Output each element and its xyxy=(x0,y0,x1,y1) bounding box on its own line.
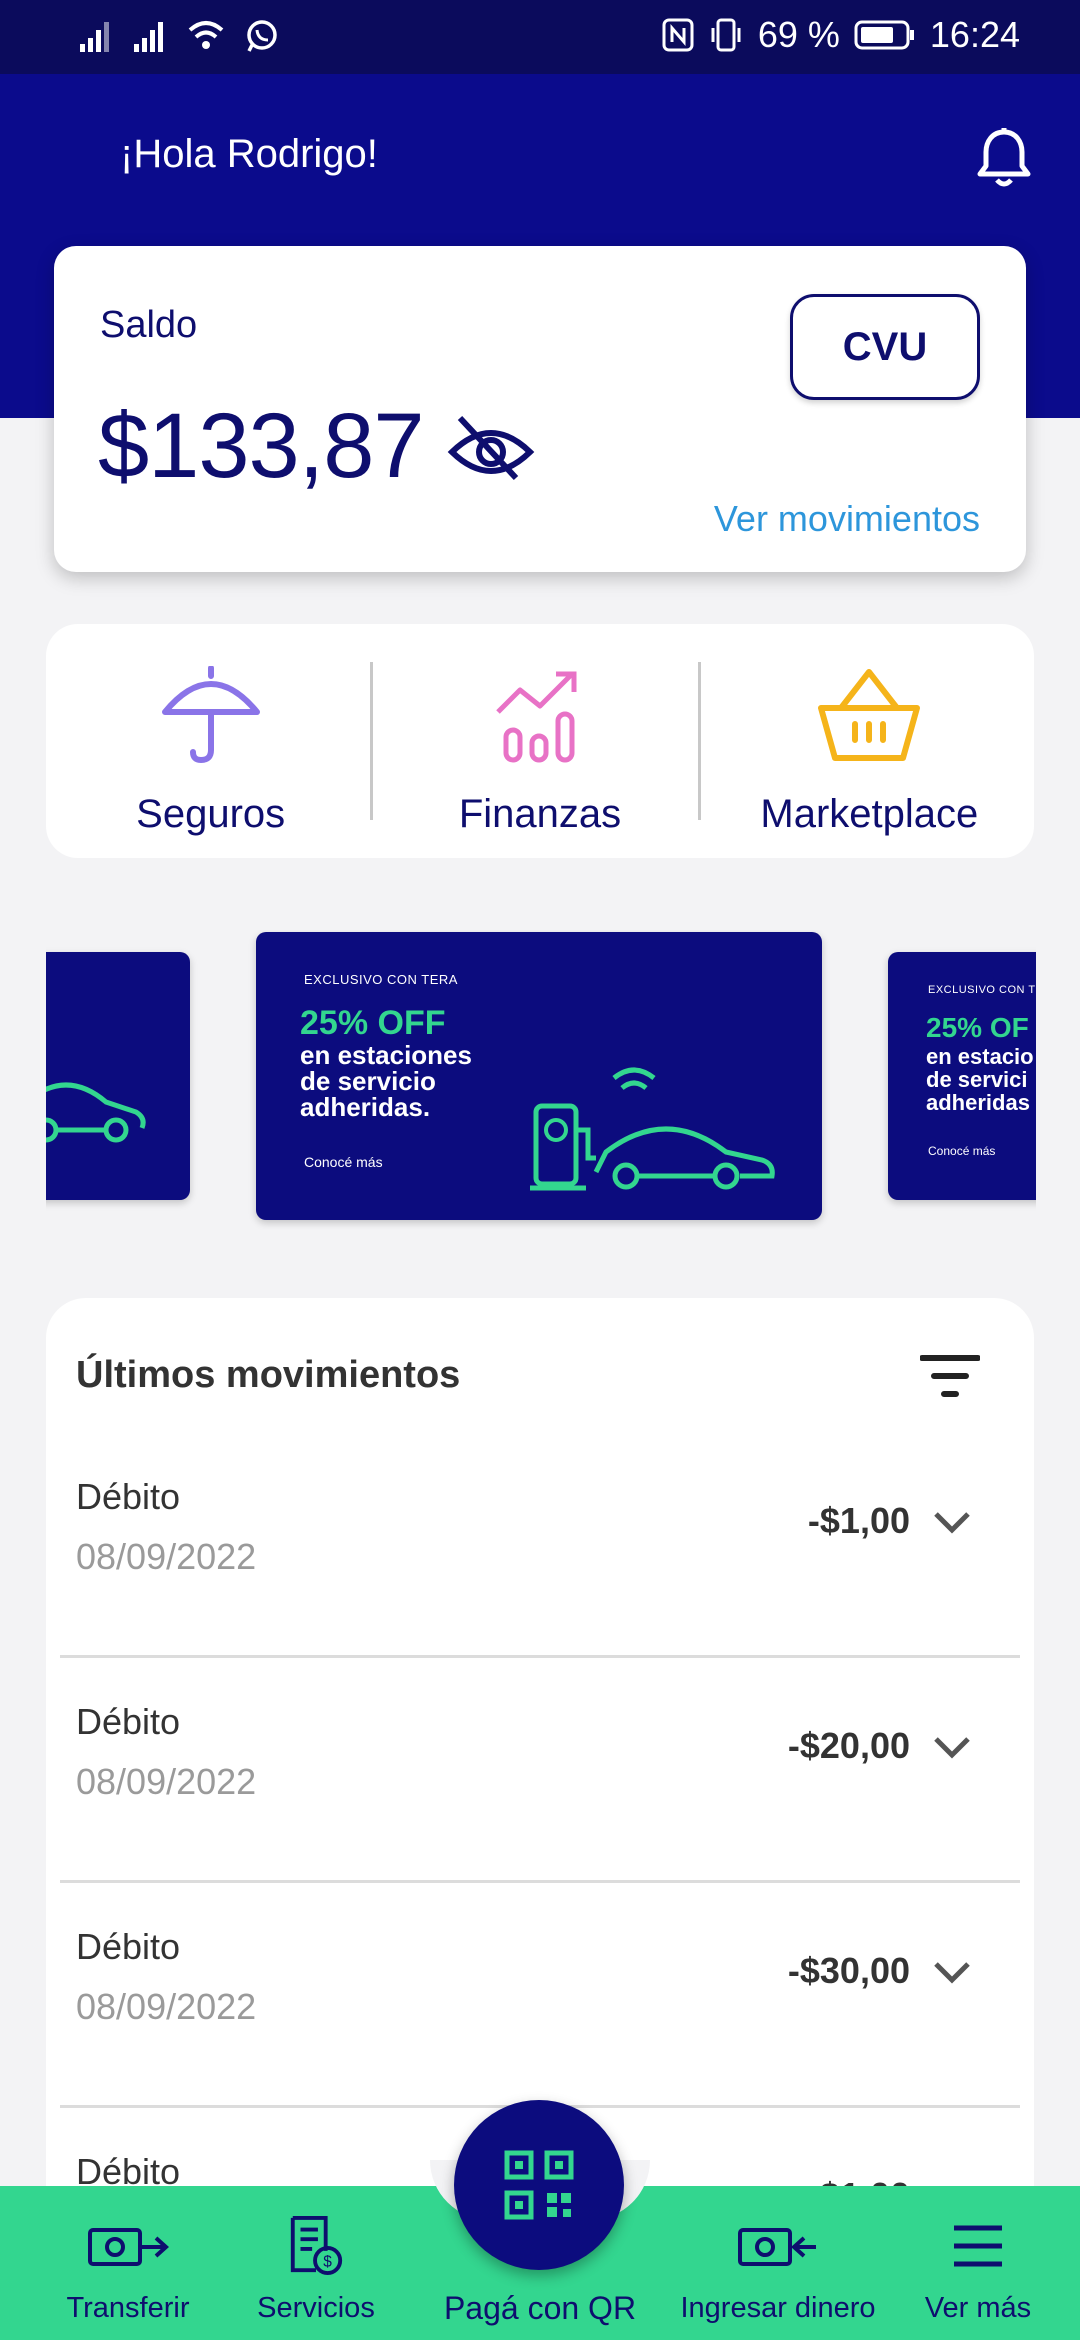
pay-with-qr-button[interactable] xyxy=(454,2100,624,2270)
nav-servicios[interactable]: $ Servicios xyxy=(236,2186,396,2340)
view-movements-link[interactable]: Ver movimientos xyxy=(714,498,980,540)
promo-cta[interactable]: Conocé más xyxy=(928,1144,995,1158)
chevron-down-icon[interactable] xyxy=(932,1508,972,1536)
quick-action-marketplace[interactable]: Marketplace xyxy=(705,624,1034,858)
notification-bell-icon[interactable] xyxy=(974,126,1034,190)
balance-label: Saldo xyxy=(100,304,198,346)
cvu-button[interactable]: CVU xyxy=(790,294,980,400)
battery-icon xyxy=(854,20,914,50)
battery-percentage: 69 % xyxy=(757,14,840,55)
promo-line: en estaciones xyxy=(300,1040,472,1070)
movement-row[interactable]: Débito 08/09/2022 -$20,00 xyxy=(60,1659,1020,1883)
hide-balance-eye-icon[interactable] xyxy=(446,412,536,484)
wifi-icon xyxy=(188,21,224,49)
quick-action-label: Marketplace xyxy=(760,792,979,836)
quick-actions: Seguros Finanzas Marketplace xyxy=(46,624,1034,858)
greeting: ¡Hola Rodrigo! xyxy=(120,132,378,176)
nav-ver-mas[interactable]: Ver más xyxy=(910,2186,1046,2340)
movements-title: Últimos movimientos xyxy=(76,1354,461,1396)
movement-row[interactable]: Débito 08/09/2022 -$1,00 xyxy=(60,1434,1020,1658)
movement-name: Débito xyxy=(76,1926,181,1967)
nav-label: Transferir xyxy=(66,2292,190,2324)
promo-tag: EXCLUSIVO CON TERA xyxy=(928,984,1036,996)
promo-tag: EXCLUSIVO CON TERA xyxy=(304,972,458,987)
promo-line: adheridas xyxy=(926,1090,1030,1115)
promo-line: de servicio xyxy=(300,1066,436,1096)
nfc-icon xyxy=(662,18,694,52)
promo-banner-previous[interactable] xyxy=(46,952,190,1200)
filter-icon[interactable] xyxy=(920,1354,980,1398)
nav-ingresar-dinero[interactable]: Ingresar dinero xyxy=(668,2186,888,2340)
nav-transferir[interactable]: Transferir xyxy=(40,2186,216,2340)
quick-action-seguros[interactable]: Seguros xyxy=(46,624,375,858)
qr-code-icon xyxy=(504,2150,574,2220)
promo-line: en estacio xyxy=(926,1044,1034,1069)
nav-label: Ingresar dinero xyxy=(680,2292,876,2324)
quick-action-finanzas[interactable]: Finanzas xyxy=(375,624,704,858)
signal-icon xyxy=(80,22,109,52)
vibrate-icon xyxy=(711,18,741,52)
svg-text:$: $ xyxy=(323,2253,332,2270)
money-in-icon xyxy=(738,2228,816,2266)
money-out-icon xyxy=(88,2228,169,2266)
status-bar: 69 % 16:24 xyxy=(0,0,1080,74)
chart-growth-icon xyxy=(496,671,577,763)
quick-action-label: Seguros xyxy=(136,792,286,836)
balance-card: Saldo $133,87 CVU Ver movimientos xyxy=(54,246,1026,572)
movement-row[interactable]: Débito 08/09/2022 -$30,00 xyxy=(60,1884,1020,2108)
movement-amount: -$1,00 xyxy=(807,1500,910,1541)
movement-date: 08/09/2022 xyxy=(76,1986,257,2027)
nav-label: Ver más xyxy=(924,2292,1032,2324)
promo-line: de servici xyxy=(926,1067,1028,1092)
promo-banner-next[interactable]: EXCLUSIVO CON TERA 25% OF en estacio de … xyxy=(888,952,1036,1200)
balance-amount: $133,87 xyxy=(98,395,425,497)
car-icon xyxy=(46,1082,146,1143)
movement-name: Débito xyxy=(76,1476,181,1517)
promo-carousel[interactable]: EXCLUSIVO CON TERA 25% OFF en estaciones… xyxy=(46,930,1036,1230)
pay-with-qr-label: Pagá con QR xyxy=(443,2290,637,2326)
clock: 16:24 xyxy=(929,14,1020,55)
whatsapp-icon xyxy=(247,20,277,52)
basket-icon xyxy=(818,669,921,761)
chevron-down-icon[interactable] xyxy=(932,1733,972,1761)
promo-cta[interactable]: Conocé más xyxy=(304,1154,383,1170)
signal-icon xyxy=(134,22,163,52)
movement-amount: -$30,00 xyxy=(787,1950,910,1991)
chevron-down-icon[interactable] xyxy=(932,1958,972,1986)
bill-icon: $ xyxy=(290,2216,343,2276)
gas-station-car-icon xyxy=(530,1067,775,1191)
quick-action-label: Finanzas xyxy=(458,792,622,836)
promo-headline: 25% OFF xyxy=(300,1004,446,1042)
promo-headline: 25% OF xyxy=(926,1012,1029,1043)
movement-amount: -$20,00 xyxy=(787,1725,910,1766)
movement-date: 08/09/2022 xyxy=(76,1761,257,1802)
divider xyxy=(370,662,373,820)
divider xyxy=(698,662,701,820)
promo-banner[interactable]: EXCLUSIVO CON TERA 25% OFF en estaciones… xyxy=(256,932,822,1220)
movement-name: Débito xyxy=(76,1701,181,1742)
promo-line: adheridas. xyxy=(300,1092,431,1122)
menu-icon xyxy=(954,2225,1002,2267)
nav-label: Servicios xyxy=(257,2292,375,2324)
umbrella-icon xyxy=(161,666,260,764)
movement-date: 08/09/2022 xyxy=(76,1536,257,1577)
